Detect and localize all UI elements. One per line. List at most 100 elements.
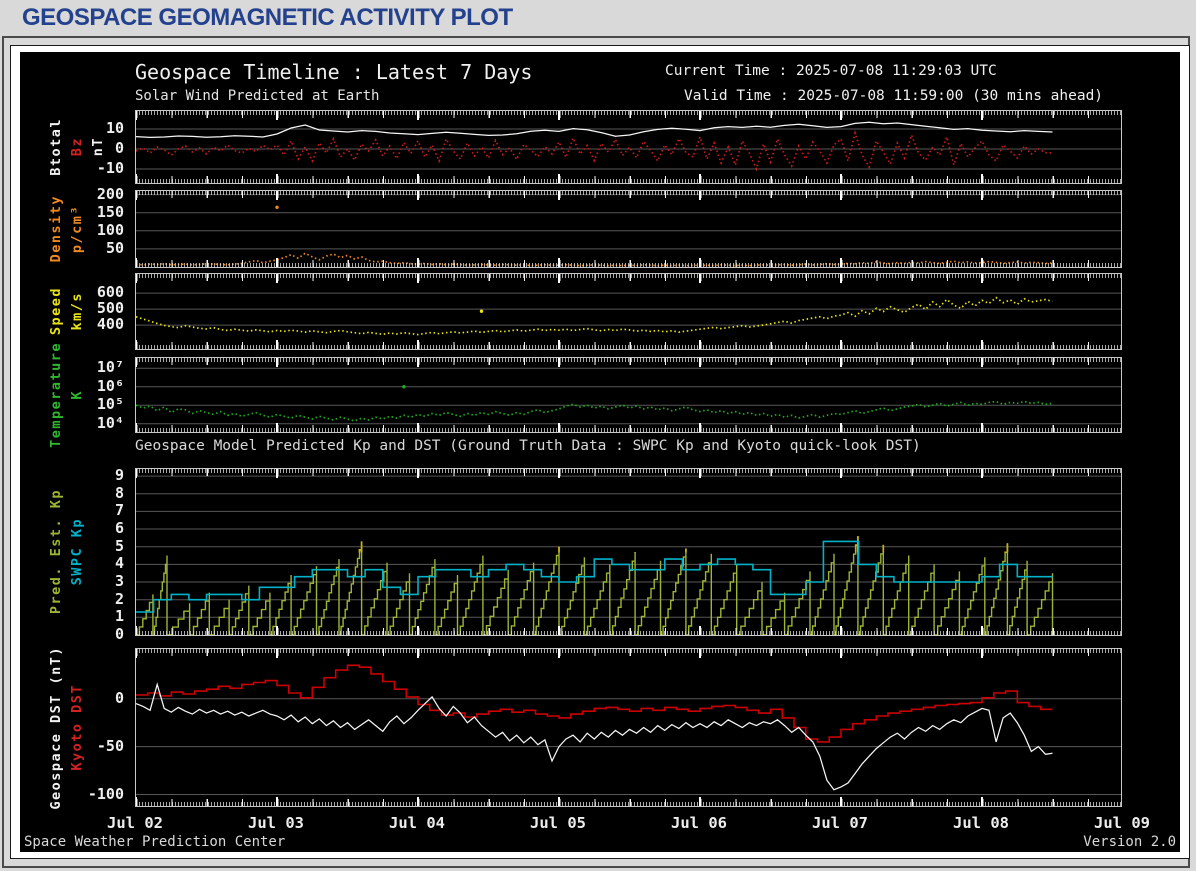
day-tick bbox=[981, 340, 983, 349]
day-tick bbox=[136, 174, 137, 183]
day-tick bbox=[840, 469, 842, 478]
day-tick bbox=[276, 174, 278, 183]
day-tick bbox=[417, 358, 419, 367]
x-axis-label: Jul 02 bbox=[107, 814, 163, 832]
day-tick bbox=[417, 111, 419, 120]
day-tick bbox=[276, 626, 278, 635]
day-tick bbox=[276, 258, 278, 267]
day-tick bbox=[417, 274, 419, 283]
series-swpc-kp bbox=[136, 540, 1053, 613]
day-tick bbox=[558, 191, 560, 200]
panel-density: 200 150 100 50 Density p/cm³ bbox=[20, 185, 1180, 268]
day-tick bbox=[699, 649, 701, 658]
day-tick bbox=[699, 111, 701, 120]
panel-temp: 10⁷ 10⁶ 10⁵ 10⁴ Temperature K bbox=[20, 342, 1180, 448]
day-tick bbox=[558, 797, 560, 806]
day-tick bbox=[699, 358, 701, 367]
day-tick bbox=[558, 258, 560, 267]
day-tick bbox=[981, 358, 983, 367]
series-pred-est-kp bbox=[136, 536, 1054, 635]
day-tick bbox=[981, 626, 983, 635]
axis-label-dst-1: Kyoto DST bbox=[69, 684, 85, 771]
day-tick bbox=[981, 111, 983, 120]
day-tick bbox=[136, 258, 137, 267]
day-tick bbox=[417, 626, 419, 635]
plot-title: Geospace Timeline : Latest 7 Days bbox=[135, 60, 533, 84]
series-btotal bbox=[136, 121, 1053, 139]
series-bz bbox=[136, 129, 1053, 172]
day-tick bbox=[981, 174, 983, 183]
panel-bfield: 10 0 -10 Btotal Bz nT bbox=[20, 110, 1180, 184]
series-density-outlier bbox=[275, 205, 279, 209]
day-tick bbox=[981, 649, 983, 658]
day-tick bbox=[558, 423, 560, 432]
day-tick bbox=[558, 649, 560, 658]
day-tick bbox=[981, 469, 983, 478]
day-tick bbox=[136, 340, 137, 349]
series-speed-outlier bbox=[479, 309, 484, 313]
series-temperature-log10-k- bbox=[136, 400, 1053, 422]
day-tick bbox=[981, 191, 983, 200]
axis-label-bfield-2: nT bbox=[90, 137, 106, 157]
day-tick bbox=[276, 797, 278, 806]
axis-label-kp-0: Pred. Est. Kp bbox=[48, 489, 64, 615]
chart-svg-bfield bbox=[136, 121, 1121, 172]
day-tick bbox=[417, 649, 419, 658]
chart-svg-temp bbox=[136, 367, 1121, 425]
series-temperature-outlier bbox=[402, 385, 406, 389]
series-geospace-dst bbox=[136, 682, 1053, 791]
axis-label-temp-0: Temperature bbox=[48, 342, 64, 448]
day-tick bbox=[840, 111, 842, 120]
day-tick bbox=[136, 191, 137, 200]
panel-dst: 0 -50 -100 Geospace DST (nT) Kyoto DST bbox=[20, 645, 1180, 810]
day-tick bbox=[417, 469, 419, 478]
axis-label-density-1: p/cm³ bbox=[69, 204, 85, 254]
day-tick bbox=[136, 111, 137, 120]
day-tick bbox=[276, 340, 278, 349]
x-axis-label: Jul 04 bbox=[389, 814, 445, 832]
day-tick bbox=[699, 258, 701, 267]
day-tick bbox=[981, 797, 983, 806]
day-tick bbox=[699, 174, 701, 183]
day-tick bbox=[136, 469, 137, 478]
day-tick bbox=[136, 649, 137, 658]
valid-time: Valid Time : 2025-07-08 11:59:00 (30 min… bbox=[684, 88, 1104, 104]
section-title: Geospace Model Predicted Kp and DST (Gro… bbox=[135, 438, 921, 454]
day-tick bbox=[136, 626, 137, 635]
day-tick bbox=[136, 274, 137, 283]
chart-svg-kp bbox=[136, 475, 1121, 635]
day-tick bbox=[981, 258, 983, 267]
page-title: GEOSPACE GEOMAGNETIC ACTIVITY PLOT bbox=[22, 4, 513, 31]
day-tick bbox=[276, 111, 278, 120]
plot-frame: Geospace Timeline : Latest 7 Days Curren… bbox=[10, 45, 1190, 859]
day-tick bbox=[840, 340, 842, 349]
axis-label-kp-1: SWPC Kp bbox=[69, 518, 85, 586]
day-tick bbox=[840, 797, 842, 806]
x-axis-label: Jul 09 bbox=[1094, 814, 1150, 832]
axis-label-dst-0: Geospace DST (nT) bbox=[48, 645, 64, 810]
footer-source: Space Weather Prediction Center bbox=[24, 834, 286, 850]
day-tick bbox=[840, 258, 842, 267]
day-tick bbox=[136, 358, 137, 367]
x-axis-label: Jul 03 bbox=[248, 814, 304, 832]
axis-label-temp-1: K bbox=[69, 390, 85, 400]
day-tick bbox=[136, 423, 137, 432]
footer-version: Version 2.0 bbox=[1083, 834, 1176, 850]
current-time: Current Time : 2025-07-08 11:29:03 UTC bbox=[665, 63, 997, 79]
day-tick bbox=[840, 174, 842, 183]
chart-svg-density bbox=[136, 194, 1121, 267]
day-tick bbox=[699, 274, 701, 283]
day-tick bbox=[558, 469, 560, 478]
x-axis-label: Jul 06 bbox=[671, 814, 727, 832]
day-tick bbox=[276, 274, 278, 283]
axis-label-bfield-1: Bz bbox=[69, 137, 85, 157]
day-tick bbox=[417, 258, 419, 267]
day-tick bbox=[276, 358, 278, 367]
day-tick bbox=[840, 423, 842, 432]
day-tick bbox=[276, 469, 278, 478]
x-axis-label: Jul 07 bbox=[812, 814, 868, 832]
day-tick bbox=[981, 274, 983, 283]
series-density bbox=[136, 252, 1053, 267]
day-tick bbox=[276, 649, 278, 658]
day-tick bbox=[417, 191, 419, 200]
